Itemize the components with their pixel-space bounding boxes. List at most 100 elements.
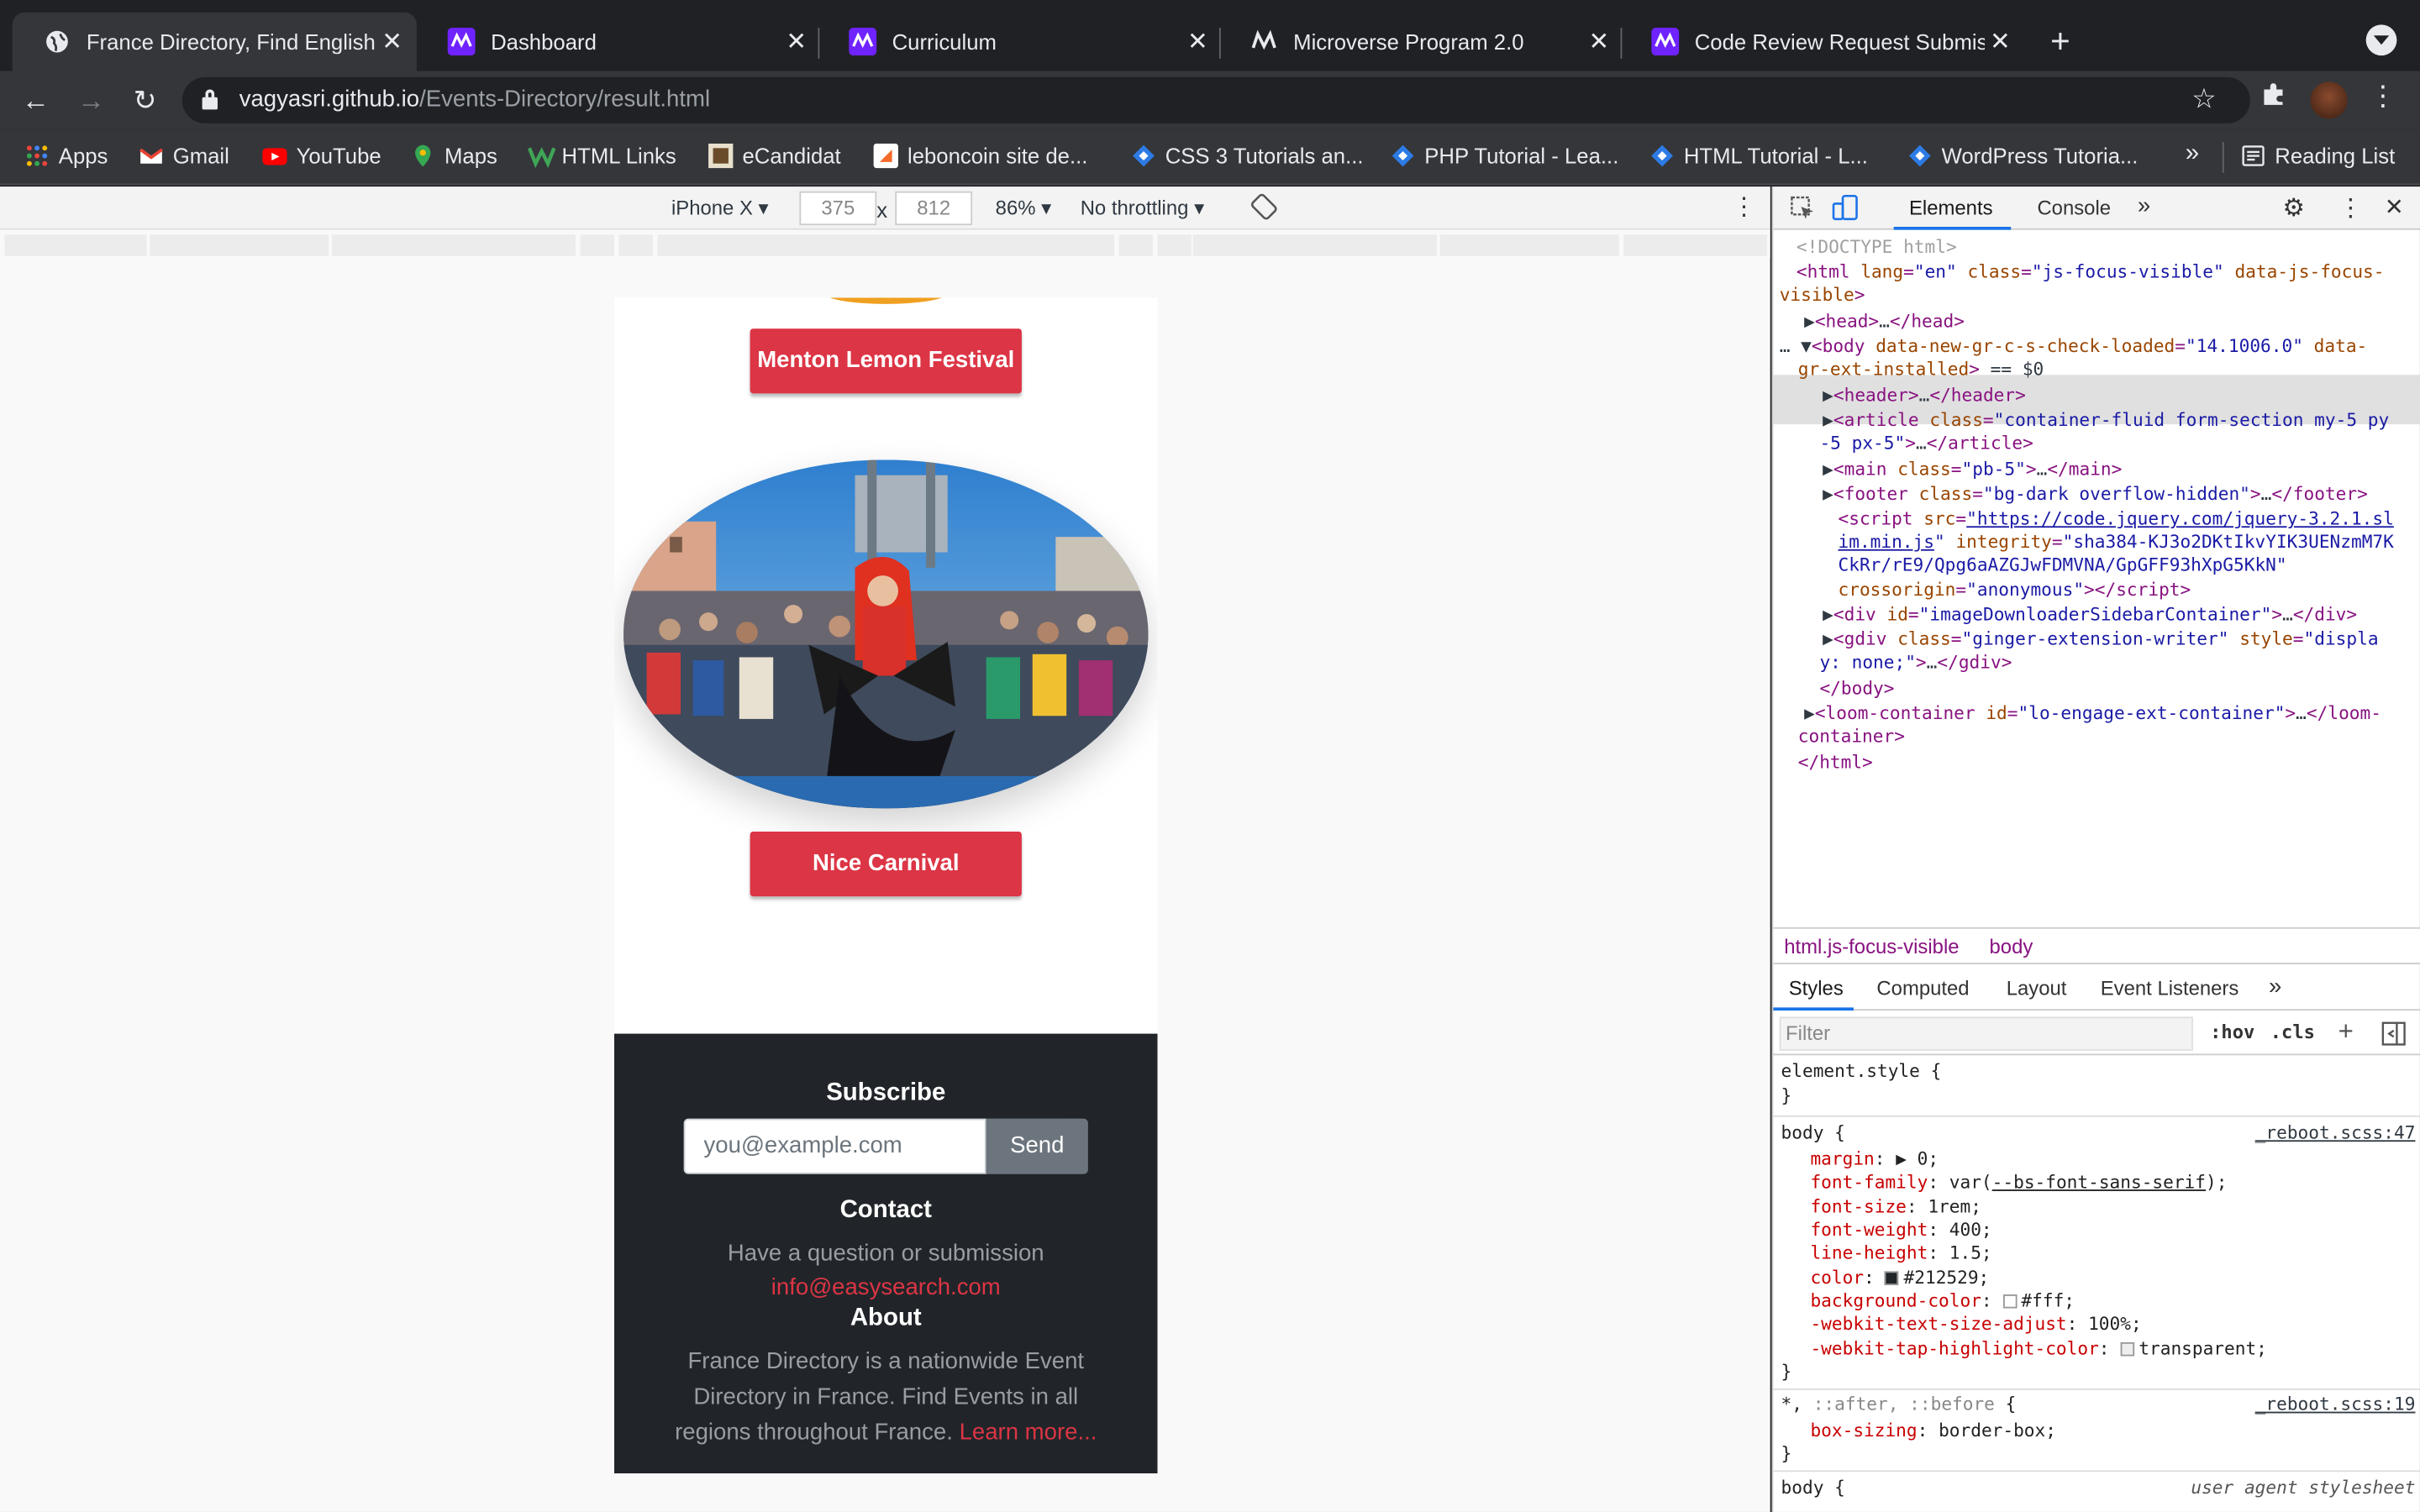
device-height-input[interactable]: 812: [895, 191, 973, 226]
tab-title: Dashboard: [491, 29, 597, 55]
dimension-separator: x: [876, 197, 888, 223]
device-toolbar-menu-icon[interactable]: ⋮: [1732, 192, 1756, 223]
close-devtools-icon[interactable]: ✕: [2385, 193, 2404, 220]
bookmark-leboncoin[interactable]: leboncoin site de...: [873, 143, 1087, 169]
new-tab-icon[interactable]: +: [2042, 22, 2079, 62]
browser-menu-icon[interactable]: ⋮: [2369, 81, 2396, 113]
zoom-select[interactable]: 86% ▾: [996, 196, 1051, 220]
leboncoin-icon: [873, 143, 898, 169]
devtools-menu-icon[interactable]: ⋮: [2338, 193, 2363, 224]
forward-icon[interactable]: →: [71, 81, 111, 121]
browser-toolbar: ← → ↻ vagyasri.github.io/Events-Director…: [0, 71, 2420, 130]
device-toggle-icon[interactable]: [1832, 194, 1860, 227]
lock-icon[interactable]: [202, 89, 218, 110]
subtab-computed[interactable]: Computed: [1876, 977, 1969, 1000]
devtools-breadcrumbs: html.js-focus-visible body: [1773, 927, 2420, 964]
tutorial-diamond-icon: [1131, 144, 1155, 168]
subtab-styles[interactable]: Styles: [1789, 977, 1844, 1000]
tab-france-directory[interactable]: France Directory, Find English ✕: [12, 12, 417, 71]
contact-email-link[interactable]: info@easysearch.com: [614, 1271, 1158, 1305]
microverse-icon: [1651, 28, 1680, 56]
contact-text: Have a question or submission: [727, 1240, 1044, 1267]
extensions-puzzle-icon[interactable]: [2260, 81, 2287, 108]
close-tab-icon[interactable]: ✕: [781, 26, 812, 57]
tab-microverse-program[interactable]: Microverse Program 2.0 ✕: [1219, 13, 1623, 71]
breadcrumb-html[interactable]: html.js-focus-visible: [1784, 935, 1959, 958]
close-tab-icon[interactable]: ✕: [376, 26, 408, 57]
tab-elements[interactable]: Elements: [1909, 196, 1993, 219]
bookmarks-overflow-button[interactable]: »: [2186, 140, 2199, 168]
youtube-icon: [262, 144, 287, 168]
globe-icon: [43, 28, 71, 55]
inspect-element-icon[interactable]: [1789, 194, 1817, 227]
styles-subtab-bar: Styles Computed Layout Event Listeners »: [1773, 968, 2420, 1011]
bookmark-ecandidat[interactable]: eCandidat: [708, 143, 841, 169]
toggle-sidebar-icon[interactable]: [2381, 1021, 2406, 1051]
device-toolbar: iPhone X ▾ 375 x 812 86% ▾ No throttling…: [0, 186, 1770, 230]
microverse-icon: [849, 28, 877, 56]
microverse-icon: [447, 28, 476, 56]
about-text-line-3: regions throughout France. Learn more...: [675, 1419, 1097, 1446]
reload-icon[interactable]: ↻: [125, 81, 166, 121]
microverse-icon: [1250, 28, 1278, 55]
bookmark-star-icon[interactable]: ☆: [2191, 83, 2217, 116]
bookmark-maps[interactable]: Maps: [411, 144, 497, 168]
throttling-select[interactable]: No throttling ▾: [1081, 196, 1204, 220]
close-tab-icon[interactable]: ✕: [1182, 26, 1213, 57]
nice-carnival-image[interactable]: [623, 459, 1149, 809]
profile-avatar[interactable]: [2310, 81, 2348, 119]
festival-image-edge: [823, 297, 948, 304]
more-tabs-button[interactable]: »: [2138, 193, 2150, 219]
settings-gear-icon[interactable]: ⚙: [2282, 193, 2304, 224]
breadcrumb-body[interactable]: body: [1990, 935, 2033, 958]
tutorial-diamond-icon: [1391, 144, 1415, 168]
bookmark-gmail[interactable]: Gmail: [139, 144, 229, 168]
tab-dashboard[interactable]: Dashboard ✕: [417, 13, 821, 71]
bookmark-apps[interactable]: Apps: [24, 144, 108, 168]
reading-list-icon: [2241, 144, 2265, 168]
tab-console[interactable]: Console: [2037, 196, 2111, 219]
tab-curriculum[interactable]: Curriculum ✕: [818, 13, 1222, 71]
bookmark-youtube[interactable]: YouTube: [262, 144, 381, 168]
styles-pane[interactable]: element.style { } body { _reboot.scss:47…: [1773, 1057, 2420, 1512]
maps-pin-icon: [411, 144, 435, 168]
tab-title: Code Review Request Submiss: [1694, 29, 1985, 55]
learn-more-link[interactable]: Learn more...: [960, 1420, 1097, 1446]
rotate-icon[interactable]: [1250, 193, 1278, 226]
tab-search-icon[interactable]: [2365, 24, 2397, 56]
address-bar[interactable]: vagyasri.github.io/Events-Directory/resu…: [182, 76, 2250, 123]
send-button[interactable]: Send: [986, 1118, 1088, 1174]
subscribe-email-input[interactable]: you@example.com: [683, 1118, 986, 1174]
source-link-reboot-47[interactable]: _reboot.scss:47: [2255, 1121, 2416, 1145]
apps-grid-icon: [24, 144, 49, 168]
cls-toggle[interactable]: .cls: [2270, 1021, 2315, 1043]
user-agent-stylesheet-label: user agent stylesheet: [2191, 1476, 2416, 1499]
dom-tree[interactable]: <!DOCTYPE html> <html lang="en" class="j…: [1773, 233, 2420, 927]
back-icon[interactable]: ←: [15, 81, 55, 121]
bookmark-css3-tutorials[interactable]: CSS 3 Tutorials an...: [1131, 144, 1364, 168]
bookmarks-separator: [2222, 141, 2224, 173]
bookmark-html-tutorial[interactable]: HTML Tutorial - L...: [1649, 144, 1868, 168]
close-tab-icon[interactable]: ✕: [1583, 26, 1614, 57]
device-select[interactable]: iPhone X ▾: [671, 196, 769, 220]
bookmark-wordpress-tutorial[interactable]: WordPress Tutoria...: [1907, 144, 2138, 168]
hov-toggle[interactable]: :hov: [2210, 1021, 2254, 1043]
menton-lemon-festival-button[interactable]: Menton Lemon Festival: [750, 328, 1022, 394]
new-style-rule-icon[interactable]: +: [2338, 1016, 2354, 1047]
contact-heading: Contact: [839, 1197, 932, 1224]
device-width-input[interactable]: 375: [799, 191, 877, 226]
tab-code-review[interactable]: Code Review Request Submiss ✕: [1621, 13, 2025, 71]
subtab-event-listeners[interactable]: Event Listeners: [2101, 977, 2239, 1000]
url-text[interactable]: vagyasri.github.io/Events-Directory/resu…: [239, 87, 710, 113]
reading-list-button[interactable]: Reading List: [2241, 144, 2395, 168]
close-tab-icon[interactable]: ✕: [1985, 26, 2016, 57]
subtab-more-button[interactable]: »: [2269, 974, 2281, 1000]
bookmark-php-tutorial[interactable]: PHP Tutorial - Lea...: [1391, 144, 1618, 168]
subtab-layout[interactable]: Layout: [2007, 977, 2067, 1000]
styles-filter-input[interactable]: Filter: [1786, 1021, 1830, 1045]
source-link-reboot-19[interactable]: _reboot.scss:19: [2255, 1394, 2416, 1417]
about-text-line-2: Directory in France. Find Events in all: [693, 1383, 1079, 1410]
bookmark-html-links[interactable]: HTML Links: [527, 144, 676, 168]
tab-title: Curriculum: [892, 29, 997, 55]
nice-carnival-button[interactable]: Nice Carnival: [750, 831, 1022, 897]
